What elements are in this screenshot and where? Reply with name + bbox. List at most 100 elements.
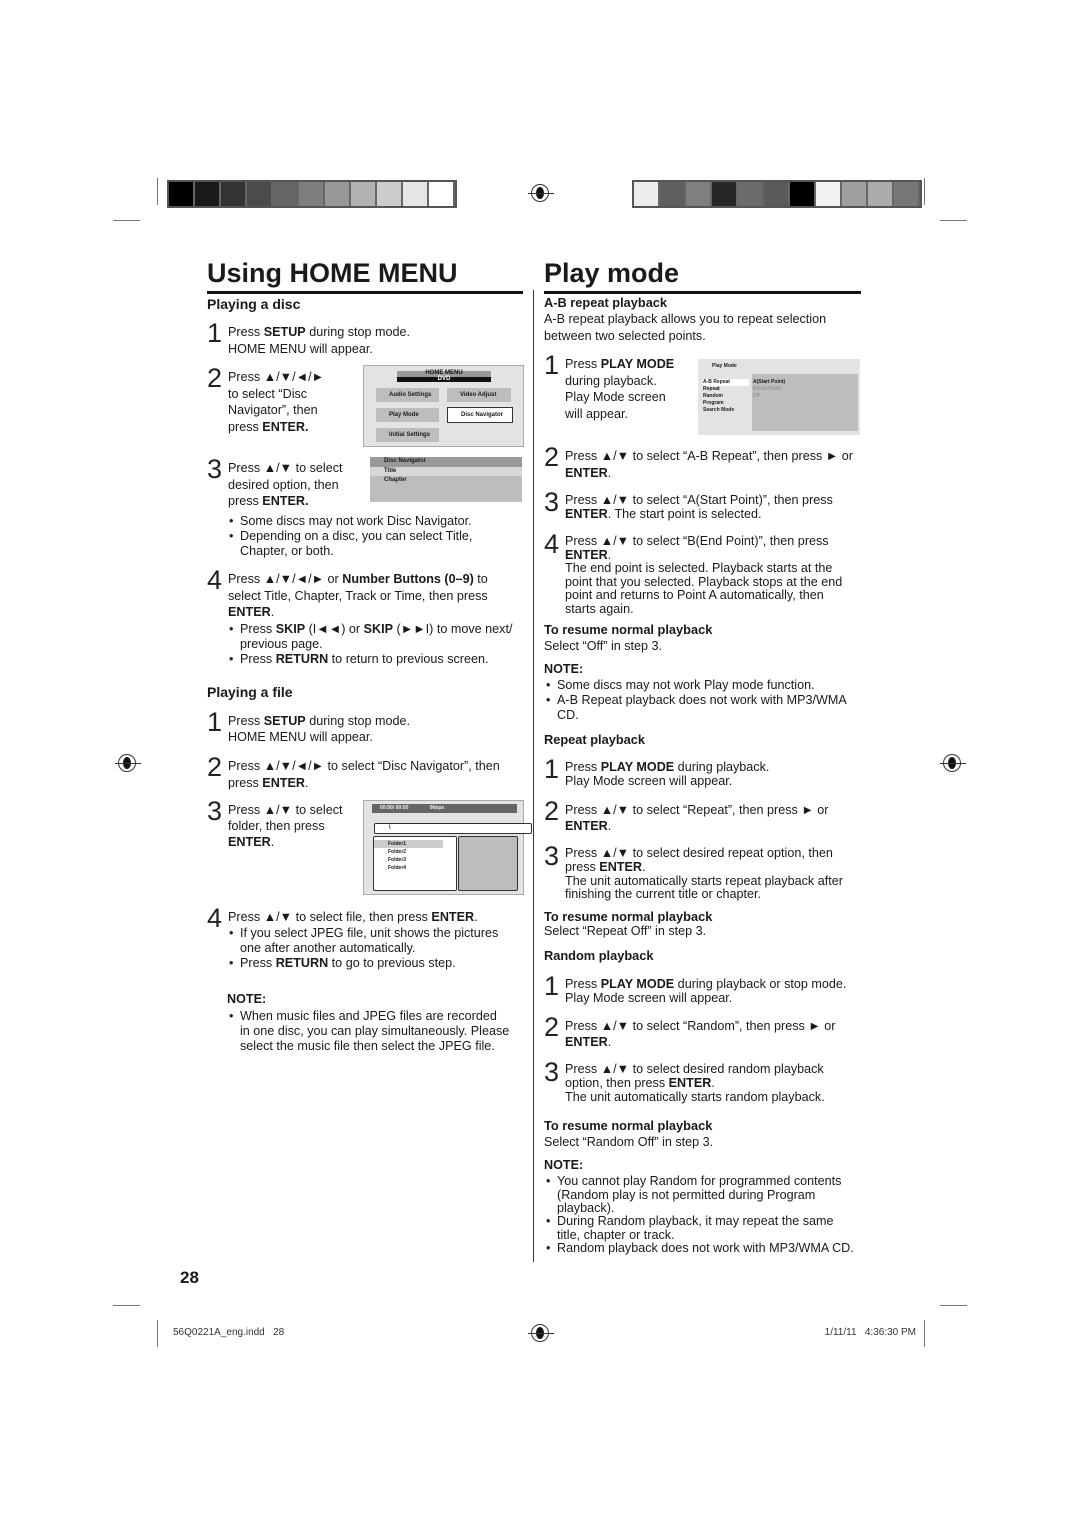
footer-date: 1/11/11 4:36:30 PM — [824, 1327, 916, 1338]
right-step: Press ▲/▼ to select “A-B Repeat”, then p… — [565, 449, 853, 480]
folder-item: Folder2 — [388, 849, 407, 855]
color-calibration-bar-right — [632, 180, 922, 208]
calibration-swatch — [868, 182, 894, 206]
disc-nav-title-item: Title — [370, 467, 522, 476]
right-step: Press ▲/▼ to select desired repeat optio… — [565, 846, 843, 902]
left-bullet: Press SKIP (I◄◄) or SKIP (►►I) to move n… — [229, 622, 525, 652]
left-bullet: Press RETURN to return to previous scree… — [229, 652, 525, 667]
right-step: Press ▲/▼ to select “A(Start Point)”, th… — [565, 493, 833, 521]
right-heading: Random playback — [544, 948, 654, 963]
step-number: 2 — [544, 796, 560, 826]
manual-page: Using HOME MENU Play mode Playing a disc… — [0, 0, 1080, 1527]
step-number: 1 — [544, 350, 560, 380]
right-bullet: During Random playback, it may repeat th… — [546, 1214, 862, 1242]
step-number: 3 — [207, 454, 223, 484]
right-step: Press ▲/▼ to select “Random”, then press… — [565, 1019, 836, 1049]
title-rule — [544, 291, 861, 294]
right-para: A-B repeat playback allows you to repeat… — [544, 312, 827, 343]
right-step: Press ▲/▼ to select desired random playb… — [565, 1062, 825, 1104]
play-mode-item: Repeat — [703, 386, 720, 392]
calibration-swatch — [790, 182, 816, 206]
disc-nav-title: Disc Navigator — [370, 457, 522, 467]
calibration-swatch — [221, 182, 247, 206]
right-note: NOTE: — [544, 662, 584, 676]
step-number: 1 — [207, 707, 223, 737]
left-step: Press ▲/▼/◄/► or Number Buttons (0–9) to… — [228, 572, 488, 620]
home-menu-sub: DVD — [437, 375, 451, 382]
calibration-swatch — [712, 182, 738, 206]
right-para: Select “Off” in step 3. — [544, 639, 663, 653]
disc-nav-chapter-item: Chapter — [384, 477, 407, 483]
calibration-swatch — [403, 182, 429, 206]
registration-mark-icon — [940, 754, 966, 772]
left-step: Press ▲/▼/◄/► to select “Disc Navigator”… — [228, 759, 500, 790]
home-menu-screenshot: HOME MENU DVD Audio Settings Video Adjus… — [363, 365, 524, 447]
crop-mark — [924, 178, 925, 205]
calibration-swatch — [660, 182, 686, 206]
left-step: Press ▲/▼ to select desired option, then… — [228, 461, 343, 509]
step-number: 1 — [544, 971, 560, 1001]
play-mode-screen-title: Play Mode — [712, 363, 737, 369]
crop-mark — [924, 1320, 925, 1347]
play-mode-item: Search Mode — [703, 407, 735, 413]
calibration-swatch — [325, 182, 351, 206]
folder-item: Folder1 — [374, 840, 443, 848]
right-step: Press ▲/▼ to select “B(End Point)”, then… — [565, 534, 843, 616]
right-bullet: You cannot play Random for programmed co… — [546, 1174, 862, 1216]
step-number: 3 — [544, 1057, 560, 1087]
right-para: Select “Random Off” in step 3. — [544, 1135, 714, 1149]
left-step: Press SETUP during stop mode. HOME MENU … — [228, 325, 411, 356]
step-number: 1 — [544, 754, 560, 784]
crop-mark — [113, 1305, 140, 1306]
step-number: 4 — [207, 565, 223, 595]
right-step: Press PLAY MODE during playback. Play Mo… — [565, 357, 675, 421]
disc-navigator-screenshot: Disc Navigator Title Chapter — [370, 457, 522, 502]
screen-audio-settings: Audio Settings — [376, 388, 439, 402]
play-mode-option: A(Start Point) — [753, 379, 786, 385]
right-step: Press PLAY MODE during playback. Play Mo… — [565, 760, 770, 788]
file-browser-screenshot: 00:00/ 00:00 0kbps \ Folder1 Folder2 Folde… — [363, 800, 532, 895]
left-note: NOTE: — [227, 992, 267, 1006]
play-mode-item: Random — [703, 393, 723, 399]
step-number: 2 — [544, 442, 560, 472]
step-number: 4 — [207, 903, 223, 933]
calibration-swatch — [377, 182, 403, 206]
left-bullet: If you select JPEG file, unit shows the … — [229, 926, 525, 956]
left-bullet: Press RETURN to go to previous step. — [229, 956, 525, 971]
page-number: 28 — [180, 1268, 199, 1287]
calibration-swatch — [247, 182, 273, 206]
page-title-left: Using HOME MENU — [207, 258, 458, 288]
step-number: 4 — [544, 529, 560, 559]
play-mode-option: B(End Point) — [753, 386, 782, 392]
left-bullet: Depending on a disc, you can select Titl… — [229, 529, 525, 559]
step-number: 2 — [207, 752, 223, 782]
step-number: 3 — [544, 841, 560, 871]
left-step: Press ▲/▼/◄/► to select “Disc Navigator”… — [228, 370, 325, 434]
calibration-swatch — [299, 182, 325, 206]
left-heading: Playing a disc — [207, 296, 301, 312]
screen-play-mode: Play Mode — [376, 408, 439, 422]
step-number: 3 — [544, 487, 560, 517]
left-bullet: When music files and JPEG files are reco… — [229, 1009, 525, 1054]
bitrate-readout: 0kbps — [429, 805, 445, 811]
calibration-swatch — [351, 182, 377, 206]
preview-pane — [458, 836, 518, 891]
screen-video-adjust: Video Adjust — [447, 388, 511, 402]
calibration-swatch — [842, 182, 868, 206]
crop-mark — [940, 1305, 967, 1306]
registration-mark-icon — [528, 184, 554, 202]
calibration-swatch — [169, 182, 195, 206]
crop-mark — [157, 178, 158, 205]
color-calibration-bar-left — [167, 180, 457, 208]
time-readout: 00:00/ 00:00 — [380, 805, 409, 811]
right-note: NOTE: — [544, 1158, 584, 1172]
right-step: Press PLAY MODE during playback or stop … — [565, 977, 847, 1005]
calibration-swatch — [686, 182, 712, 206]
footer-file: 56Q0221A_eng.indd 28 — [173, 1327, 285, 1338]
step-number: 2 — [544, 1012, 560, 1042]
crop-mark — [113, 220, 140, 221]
step-number: 3 — [207, 796, 223, 826]
calibration-swatch — [273, 182, 299, 206]
right-heading: A-B repeat playback — [544, 295, 668, 310]
right-bullet: Random playback does not work with MP3/W… — [546, 1241, 862, 1256]
